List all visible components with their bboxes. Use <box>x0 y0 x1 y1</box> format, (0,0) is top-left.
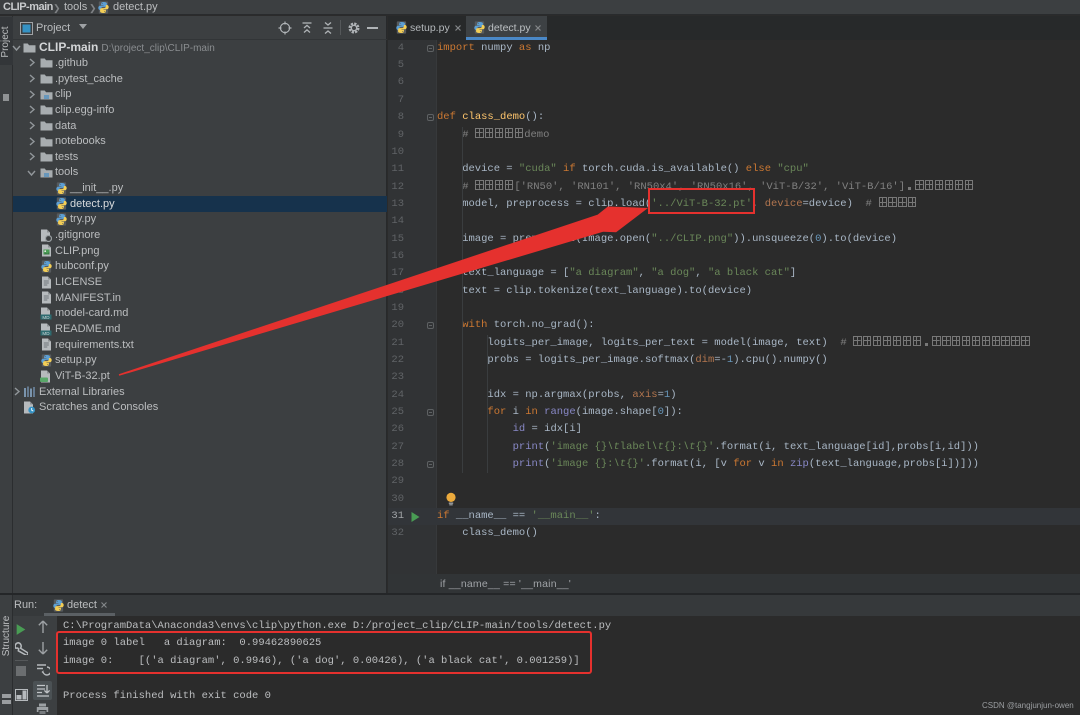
svg-text:MD: MD <box>42 315 50 320</box>
svg-text:MD: MD <box>42 330 50 335</box>
